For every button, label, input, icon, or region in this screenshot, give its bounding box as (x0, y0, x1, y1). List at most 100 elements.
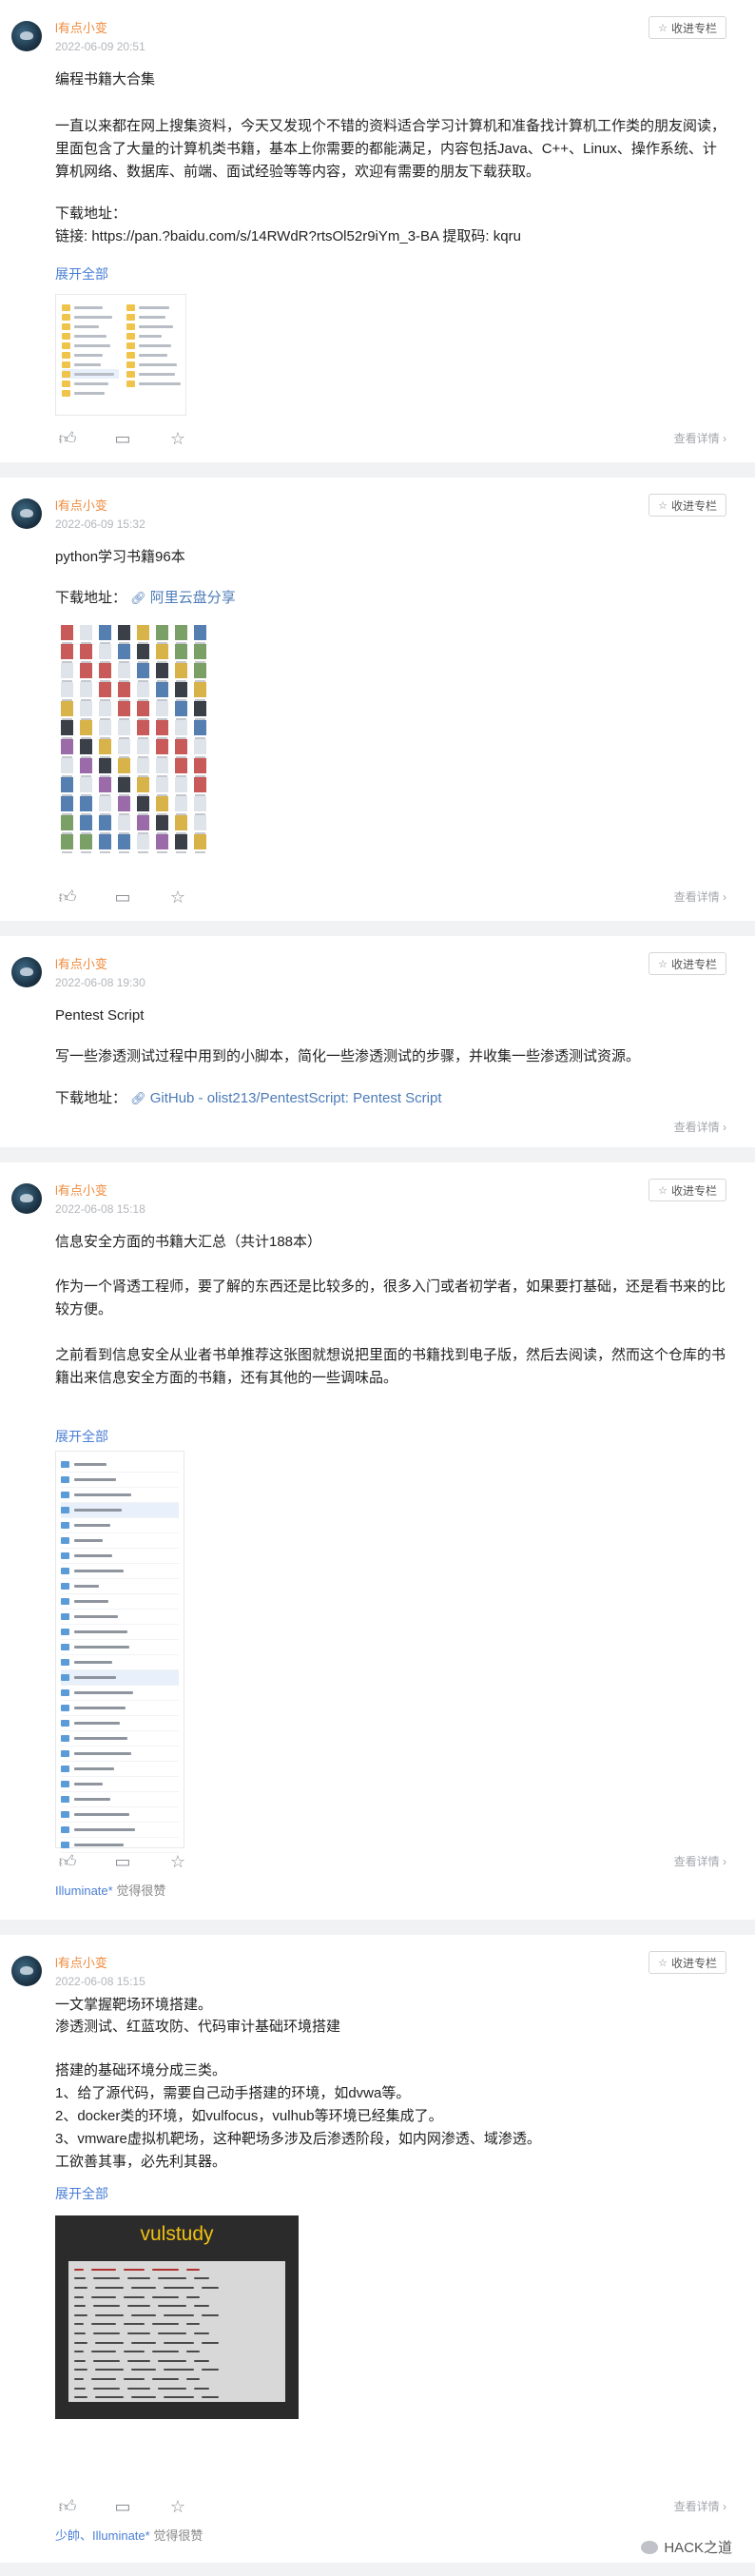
folder-row (61, 1503, 179, 1518)
table-row (74, 2329, 280, 2338)
view-detail-link[interactable]: 查看详情 › (674, 430, 726, 446)
book-thumbnail (175, 720, 187, 739)
expand-button[interactable]: 展开全部 (55, 265, 726, 283)
collect-label: 收进专栏 (670, 1956, 717, 1970)
book-thumbnail (99, 777, 111, 796)
likers-line: 少帥、Illuminate* 觉得很赞 (55, 2526, 203, 2557)
folder-row (61, 1807, 179, 1823)
table-row (74, 2384, 280, 2393)
table-row (74, 2274, 280, 2284)
like-icon[interactable]: 👍︎ (55, 426, 80, 451)
folder-row (61, 1823, 179, 1838)
attachment-image[interactable] (55, 1451, 184, 1853)
book-thumbnail (61, 701, 73, 720)
book-thumbnail (80, 682, 92, 701)
book-thumbnail (80, 644, 92, 663)
book-thumbnail (80, 834, 92, 853)
collect-label: 收进专栏 (670, 21, 717, 35)
book-thumbnail (194, 644, 206, 663)
post-paragraph: 作为一个肾透工程师，要了解的东西还是比较多的，很多入门或者初学者，如果要打基础，… (55, 1278, 726, 1317)
book-thumbnail (137, 625, 149, 644)
collect-button[interactable]: ☆ 收进专栏 (649, 16, 726, 39)
book-thumbnail (61, 663, 73, 682)
avatar[interactable] (11, 498, 42, 529)
like-icon[interactable]: 👍︎ (55, 885, 80, 909)
author-name[interactable]: l有点小变 (55, 498, 726, 514)
favorite-icon[interactable]: ☆ (165, 2494, 190, 2519)
book-thumbnail (61, 834, 73, 853)
favorite-icon[interactable]: ☆ (165, 426, 190, 451)
book-thumbnail (175, 739, 187, 758)
view-detail-link[interactable]: 查看详情 › (674, 1119, 726, 1135)
book-thumbnail (118, 815, 130, 834)
likers-line: Illuminate* 觉得很赞 (55, 1881, 165, 1912)
book-thumbnail (99, 663, 111, 682)
author-name[interactable]: l有点小变 (55, 1183, 726, 1199)
avatar[interactable] (11, 1956, 42, 1986)
post-title: 编程书籍大合集 (55, 71, 156, 88)
pan-link[interactable]: 链接: https://pan.?baidu.com/s/14RWdR?rtsO… (55, 225, 726, 248)
post-time: 2022-06-08 15:15 (55, 1975, 145, 1988)
attachment-image[interactable] (55, 619, 207, 859)
post-card: l有点小变 2022-06-08 15:18 ☆ 收进专栏 信息安全方面的书籍大… (0, 1162, 755, 1920)
comment-icon[interactable]: ▭ (110, 885, 135, 909)
liker-names[interactable]: 少帥、Illuminate* (55, 2528, 150, 2543)
folder-row (61, 1747, 179, 1762)
expand-button[interactable]: 展开全部 (55, 1428, 726, 1445)
like-icon[interactable]: 👍︎ (55, 2494, 80, 2519)
book-thumbnail (137, 663, 149, 682)
table-row (74, 2356, 280, 2366)
avatar[interactable] (11, 1183, 42, 1214)
likers-suffix: 觉得很赞 (116, 1883, 166, 1898)
view-detail-link[interactable]: 查看详情 › (674, 2498, 726, 2514)
book-thumbnail (118, 682, 130, 701)
post-line: 工欲善其事，必先利其器。 (55, 2154, 227, 2170)
collect-button[interactable]: ☆ 收进专栏 (649, 494, 726, 517)
view-detail-link[interactable]: 查看详情 › (674, 888, 726, 905)
book-thumbnail (175, 663, 187, 682)
book-thumbnail (61, 739, 73, 758)
expand-button[interactable]: 展开全部 (55, 2185, 726, 2202)
collect-button[interactable]: ☆ 收进专栏 (649, 952, 726, 975)
collect-button[interactable]: ☆ 收进专栏 (649, 1951, 726, 1974)
book-thumbnail (175, 815, 187, 834)
folder-row (61, 1473, 179, 1488)
book-thumbnail (156, 682, 168, 701)
author-name[interactable]: l有点小变 (55, 1956, 726, 1971)
like-icon[interactable]: 👍︎ (55, 1849, 80, 1874)
aliyun-link[interactable]: 阿里云盘分享 (150, 590, 236, 606)
attachment-image[interactable]: vulstudy (55, 2215, 299, 2419)
author-name[interactable]: l有点小变 (55, 21, 726, 36)
book-thumbnail (118, 720, 130, 739)
view-detail-link[interactable]: 查看详情 › (674, 1853, 726, 1869)
collect-button[interactable]: ☆ 收进专栏 (649, 1179, 726, 1201)
book-thumbnail (80, 739, 92, 758)
book-thumbnail (118, 834, 130, 853)
folder-row (61, 1564, 179, 1579)
folder-row (61, 1488, 179, 1503)
attachment-image[interactable] (55, 294, 186, 416)
folder-row (61, 1610, 179, 1625)
post-line: 3、vmware虚拟机靶场，这种靶场多涉及后渗透阶段，如内网渗透、域渗透。 (55, 2131, 541, 2147)
comment-icon[interactable]: ▭ (110, 1849, 135, 1874)
avatar[interactable] (11, 957, 42, 987)
book-thumbnail (156, 834, 168, 853)
book-thumbnail (61, 625, 73, 644)
book-thumbnail (99, 720, 111, 739)
author-name[interactable]: l有点小变 (55, 957, 726, 972)
book-thumbnail (118, 796, 130, 815)
comment-icon[interactable]: ▭ (110, 426, 135, 451)
post-line: 搭建的基础环境分成三类。 (55, 2062, 227, 2078)
table-row (74, 2338, 280, 2348)
github-link[interactable]: GitHub - olist213/PentestScript: Pentest… (150, 1090, 442, 1106)
favorite-icon[interactable]: ☆ (165, 885, 190, 909)
comment-icon[interactable]: ▭ (110, 2494, 135, 2519)
avatar[interactable] (11, 21, 42, 51)
book-thumbnail (175, 758, 187, 777)
book-thumbnail (137, 720, 149, 739)
book-thumbnail (194, 834, 206, 853)
book-thumbnail (118, 644, 130, 663)
favorite-icon[interactable]: ☆ (165, 1849, 190, 1874)
link-icon: 🔗︎ (130, 1091, 146, 1105)
liker-names[interactable]: Illuminate* (55, 1883, 113, 1898)
